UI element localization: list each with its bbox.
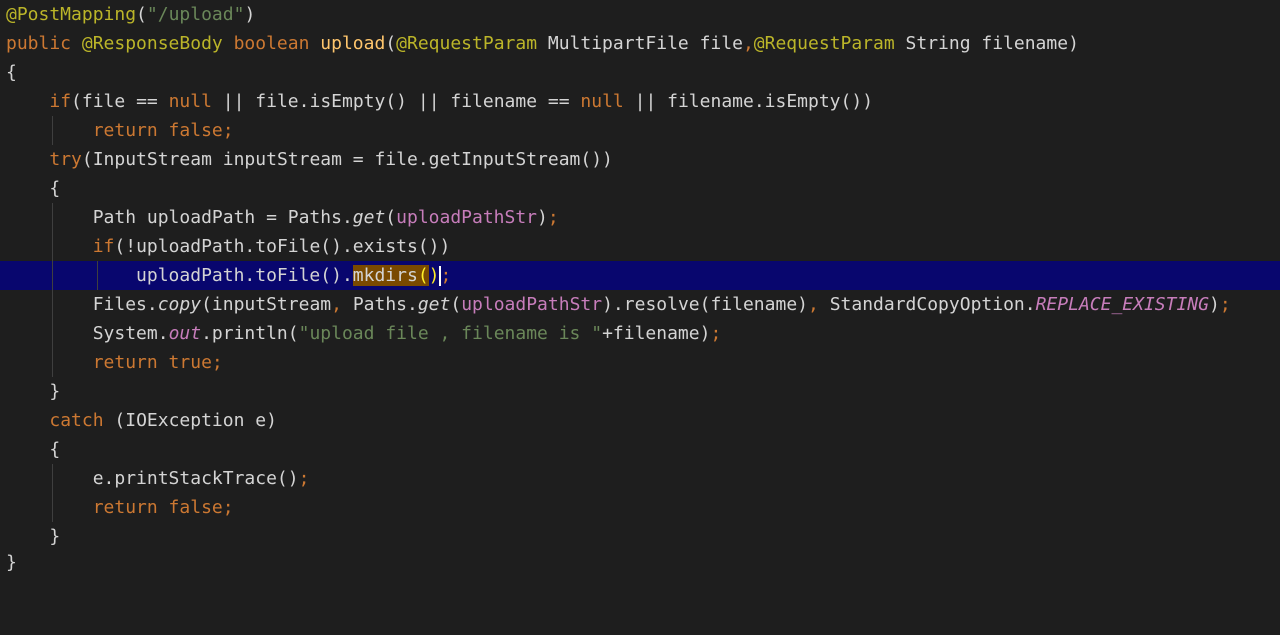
code-line[interactable]: if(!uploadPath.toFile().exists()) xyxy=(0,232,1280,261)
code-line[interactable]: } xyxy=(0,522,1280,551)
code-line[interactable]: e.printStackTrace(); xyxy=(0,464,1280,493)
code-text: Files.copy(inputStream, Paths.get(upload… xyxy=(6,294,1231,315)
code-text: @PostMapping("/upload") xyxy=(6,4,256,25)
code-text: } xyxy=(6,381,61,402)
code-line[interactable]: Path uploadPath = Paths.get(uploadPathSt… xyxy=(0,203,1280,232)
code-text: { xyxy=(6,62,17,83)
code-line[interactable]: } xyxy=(0,377,1280,406)
code-text: try(InputStream inputStream = file.getIn… xyxy=(49,149,613,170)
code-line[interactable]: try(InputStream inputStream = file.getIn… xyxy=(0,145,1280,174)
code-text: public @ResponseBody boolean upload(@Req… xyxy=(6,33,1079,54)
code-text: e.printStackTrace(); xyxy=(6,468,310,489)
code-text: { xyxy=(6,439,61,460)
code-text: Path uploadPath = Paths.get(uploadPathSt… xyxy=(6,207,559,228)
code-line[interactable]: public @ResponseBody boolean upload(@Req… xyxy=(0,29,1280,58)
code-line[interactable]: catch (IOException e) xyxy=(0,406,1280,435)
code-text: System.out.println("upload file , filena… xyxy=(6,323,722,344)
code-text: return true; xyxy=(92,352,223,373)
code-text: uploadPath.toFile().mkdirs(); xyxy=(6,265,452,286)
code-text: return false; xyxy=(92,497,234,518)
code-text: { xyxy=(6,178,61,199)
code-line[interactable]: @PostMapping("/upload") xyxy=(0,0,1280,29)
code-text: if(file == null || file.isEmpty() || fil… xyxy=(49,91,874,112)
code-line[interactable]: return true; xyxy=(0,348,1280,377)
code-text: catch (IOException e) xyxy=(49,410,277,431)
code-line[interactable]: } xyxy=(0,548,1280,577)
code-editor[interactable]: @PostMapping("/upload") public @Response… xyxy=(0,0,1280,577)
code-line[interactable]: if(file == null || file.isEmpty() || fil… xyxy=(0,87,1280,116)
code-line-current[interactable]: uploadPath.toFile().mkdirs(); xyxy=(0,261,1280,290)
code-text: } xyxy=(6,552,17,573)
code-line[interactable]: return false; xyxy=(0,493,1280,522)
code-line[interactable]: { xyxy=(0,58,1280,87)
code-text: return false; xyxy=(92,120,234,141)
code-line[interactable]: Files.copy(inputStream, Paths.get(upload… xyxy=(0,290,1280,319)
code-line[interactable]: { xyxy=(0,435,1280,464)
code-text: } xyxy=(6,526,61,547)
code-line[interactable]: { xyxy=(0,174,1280,203)
code-line[interactable]: return false; xyxy=(0,116,1280,145)
code-text: if(!uploadPath.toFile().exists()) xyxy=(92,236,451,257)
code-line[interactable]: System.out.println("upload file , filena… xyxy=(0,319,1280,348)
